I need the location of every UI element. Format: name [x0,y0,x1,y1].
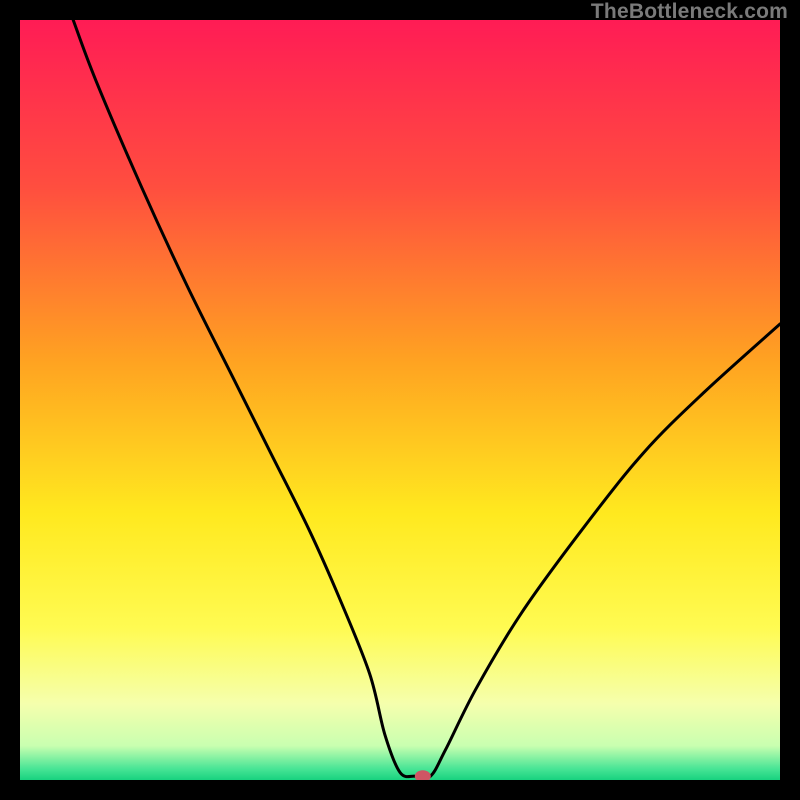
attribution-label: TheBottleneck.com [591,0,788,24]
bottleneck-chart [20,20,780,780]
chart-background [20,20,780,780]
